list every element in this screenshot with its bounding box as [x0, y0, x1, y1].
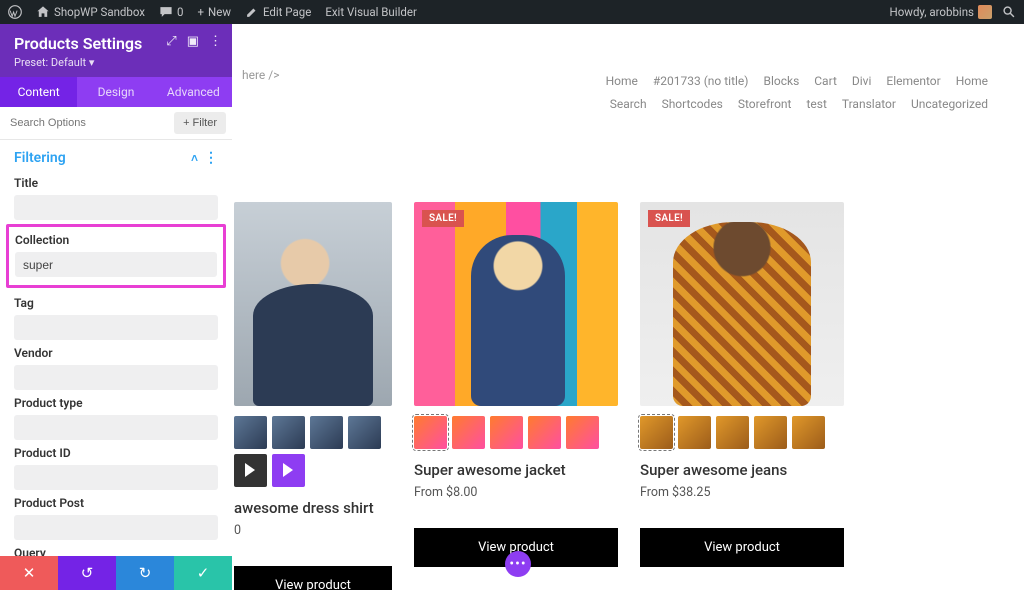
sidebar-search: + Filter	[0, 107, 232, 140]
drag-icon[interactable]: ▣	[187, 34, 199, 49]
product-grid: awesome dress shirt 0 View product SALE!…	[242, 202, 988, 590]
nav-shortcodes[interactable]: Shortcodes	[662, 97, 723, 111]
thumbnail[interactable]	[792, 416, 825, 449]
product-price: 0	[234, 523, 392, 538]
more-icon[interactable]: ⋮	[209, 34, 222, 49]
field-tag: Tag	[0, 292, 232, 342]
thumbnail-video[interactable]	[234, 454, 267, 487]
thumbnail[interactable]	[754, 416, 787, 449]
product-card: SALE! Super awesome jacket From $8.00 Vi…	[414, 202, 618, 590]
product-card: SALE! Super awesome jeans From $38.25 Vi…	[640, 202, 844, 590]
thumbnail-video[interactable]	[272, 454, 305, 487]
redo-button[interactable]: ↻	[116, 556, 174, 590]
nav-201733[interactable]: #201733 (no title)	[653, 74, 749, 88]
product-card: awesome dress shirt 0 View product	[234, 202, 392, 590]
comments-link[interactable]: 0	[159, 5, 183, 19]
thumbnail[interactable]	[678, 416, 711, 449]
avatar	[978, 5, 992, 19]
page-preview: here /> Home #201733 (no title) Blocks C…	[232, 24, 1024, 590]
product-image[interactable]	[234, 202, 392, 406]
product-name[interactable]: awesome dress shirt	[234, 499, 392, 517]
field-product-type: Product type	[0, 392, 232, 442]
filter-button[interactable]: + Filter	[174, 112, 226, 134]
thumbnail[interactable]	[716, 416, 749, 449]
thumbnail[interactable]	[566, 416, 599, 449]
tag-input[interactable]	[14, 315, 218, 340]
nav-home2[interactable]: Home	[956, 74, 988, 88]
collection-input[interactable]	[15, 252, 217, 277]
nav-translator[interactable]: Translator	[842, 97, 896, 111]
nav-home[interactable]: Home	[606, 74, 638, 88]
field-product-id: Product ID	[0, 442, 232, 492]
thumbnail[interactable]	[528, 416, 561, 449]
sale-badge: SALE!	[422, 210, 464, 227]
sidebar-scroll[interactable]: Filtering ˄ ⋮ Title Collection Tag Vendo…	[0, 140, 232, 558]
vendor-input[interactable]	[14, 365, 218, 390]
expand-icon[interactable]: ⤢	[166, 34, 176, 49]
title-input[interactable]	[14, 195, 218, 220]
site-name-link[interactable]: ShopWP Sandbox	[36, 5, 145, 19]
thumbnail[interactable]	[452, 416, 485, 449]
preset-label[interactable]: Preset: Default ▾	[14, 56, 218, 69]
product-image[interactable]: SALE!	[414, 202, 618, 406]
thumbnail[interactable]	[490, 416, 523, 449]
thumbnail[interactable]	[272, 416, 305, 449]
thumbnail-selected[interactable]	[414, 416, 447, 449]
save-button[interactable]: ✓	[174, 556, 232, 590]
product-thumbnails	[640, 416, 844, 449]
field-title: Title	[0, 172, 232, 222]
tab-content[interactable]: Content	[0, 77, 77, 107]
module-settings-sidebar: Products Settings Preset: Default ▾ ⤢ ▣ …	[0, 24, 232, 558]
product-name[interactable]: Super awesome jacket	[414, 461, 618, 479]
wp-logo[interactable]	[8, 5, 22, 19]
view-product-button[interactable]: View product	[640, 528, 844, 567]
nav-divi[interactable]: Divi	[852, 74, 872, 88]
tab-design[interactable]: Design	[77, 77, 154, 107]
product-thumbnails	[414, 416, 618, 449]
search-icon[interactable]	[1002, 5, 1016, 19]
divi-floating-menu[interactable]: •••	[505, 551, 531, 577]
search-input[interactable]	[0, 109, 168, 137]
howdy-user[interactable]: Howdy, arobbins	[890, 5, 992, 19]
module-action-bar: ✕ ↺ ↻ ✓	[0, 556, 232, 590]
nav-uncategorized[interactable]: Uncategorized	[911, 97, 988, 111]
field-product-post: Product Post	[0, 492, 232, 542]
nav-storefront[interactable]: Storefront	[738, 97, 792, 111]
product-name[interactable]: Super awesome jeans	[640, 461, 844, 479]
wp-admin-bar: ShopWP Sandbox 0 + New Edit Page Exit Vi…	[0, 0, 1024, 24]
nav-cart[interactable]: Cart	[814, 74, 837, 88]
thumbnail[interactable]	[234, 416, 267, 449]
view-product-button[interactable]: View product	[234, 566, 392, 590]
edit-page-link[interactable]: Edit Page	[245, 5, 311, 19]
product-price: From $38.25	[640, 485, 844, 500]
tab-advanced[interactable]: Advanced	[155, 77, 232, 107]
nav-elementor[interactable]: Elementor	[886, 74, 940, 88]
new-link[interactable]: + New	[197, 5, 230, 19]
nav-search[interactable]: Search	[610, 97, 647, 111]
section-filtering[interactable]: Filtering ˄ ⋮	[0, 140, 232, 172]
thumbnail[interactable]	[348, 416, 381, 449]
sidebar-tabs: Content Design Advanced	[0, 77, 232, 107]
discard-button[interactable]: ✕	[0, 556, 58, 590]
product-thumbnails	[234, 416, 392, 487]
field-vendor: Vendor	[0, 342, 232, 392]
product-id-input[interactable]	[14, 465, 218, 490]
nav-test[interactable]: test	[806, 97, 826, 111]
exit-visual-builder[interactable]: Exit Visual Builder	[325, 5, 417, 19]
product-type-input[interactable]	[14, 415, 218, 440]
product-post-input[interactable]	[14, 515, 218, 540]
thumbnail[interactable]	[310, 416, 343, 449]
sale-badge: SALE!	[648, 210, 690, 227]
chevron-up-icon: ˄	[191, 151, 198, 165]
product-image[interactable]: SALE!	[640, 202, 844, 406]
section-more-icon[interactable]: ⋮	[204, 150, 218, 166]
field-collection-highlighted: Collection	[6, 224, 226, 288]
sidebar-header: Products Settings Preset: Default ▾ ⤢ ▣ …	[0, 24, 232, 77]
undo-button[interactable]: ↺	[58, 556, 116, 590]
nav-blocks[interactable]: Blocks	[763, 74, 799, 88]
thumbnail-selected[interactable]	[640, 416, 673, 449]
product-price: From $8.00	[414, 485, 618, 500]
top-navigation: Home #201733 (no title) Blocks Cart Divi…	[594, 70, 988, 116]
